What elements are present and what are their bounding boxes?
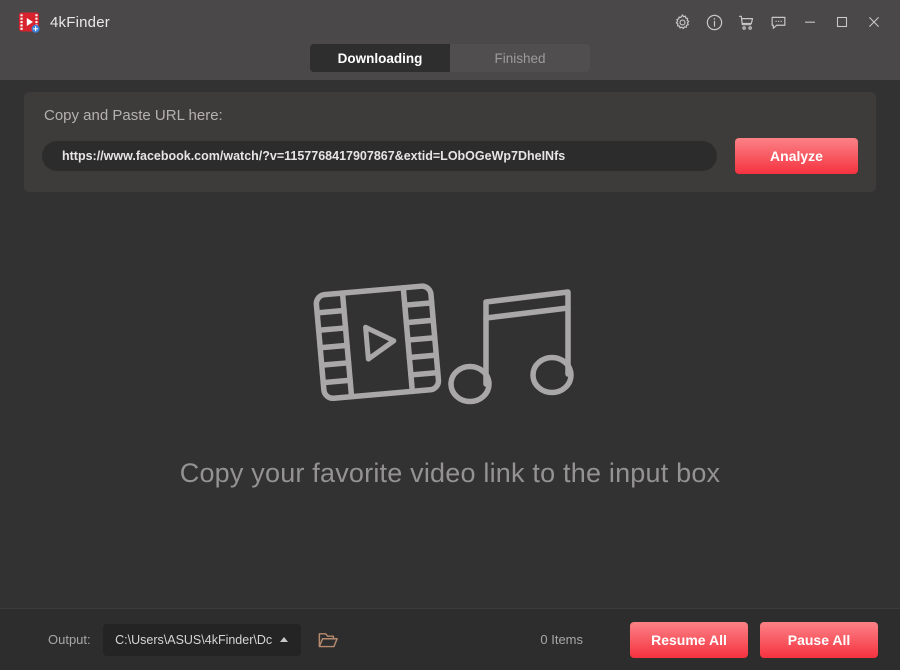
tab-downloading[interactable]: Downloading xyxy=(310,44,450,72)
tab-strip-container: Downloading Finished xyxy=(0,44,900,80)
app-title: 4kFinder xyxy=(50,13,110,31)
empty-state-message: Copy your favorite video link to the inp… xyxy=(179,458,721,488)
output-label: Output: xyxy=(48,632,91,647)
url-input[interactable] xyxy=(42,141,717,171)
gear-icon[interactable] xyxy=(666,7,698,37)
tab-strip: Downloading Finished xyxy=(310,44,590,72)
tab-finished[interactable]: Finished xyxy=(450,44,590,72)
output-path-dropdown[interactable]: C:\Users\ASUS\4kFinder\Dc xyxy=(102,623,301,656)
app-brand: 4kFinder xyxy=(18,11,110,33)
output-path-value: C:\Users\ASUS\4kFinder\Dc xyxy=(115,632,273,647)
analyze-button[interactable]: Analyze xyxy=(735,138,858,174)
bottom-bar: Output: C:\Users\ASUS\4kFinder\Dc 0 Item… xyxy=(0,608,900,670)
app-window: 4kFinder Downloading Finished Copy and P… xyxy=(0,0,900,670)
info-circle-icon[interactable] xyxy=(698,7,730,37)
close-icon[interactable] xyxy=(858,7,890,37)
url-input-row: Analyze xyxy=(42,138,858,174)
url-panel-label: Copy and Paste URL here: xyxy=(44,107,223,124)
url-panel: Copy and Paste URL here: Analyze xyxy=(24,92,876,192)
film-play-icon xyxy=(18,11,40,33)
music-note-icon xyxy=(448,289,574,405)
window-controls xyxy=(666,7,890,37)
items-count: 0 Items xyxy=(540,632,583,647)
resume-all-button[interactable]: Resume All xyxy=(630,621,748,658)
chevron-up-icon xyxy=(280,637,289,642)
maximize-icon[interactable] xyxy=(826,7,858,37)
film-strip-play-icon xyxy=(313,283,442,402)
empty-state: Copy your favorite video link to the inp… xyxy=(0,192,900,608)
chat-bubble-icon[interactable] xyxy=(762,7,794,37)
shopping-cart-icon[interactable] xyxy=(730,7,762,37)
open-folder-icon[interactable] xyxy=(311,623,345,657)
title-bar: 4kFinder xyxy=(0,0,900,44)
minimize-icon[interactable] xyxy=(794,7,826,37)
pause-all-button[interactable]: Pause All xyxy=(760,621,878,658)
empty-state-illustration xyxy=(310,271,590,426)
